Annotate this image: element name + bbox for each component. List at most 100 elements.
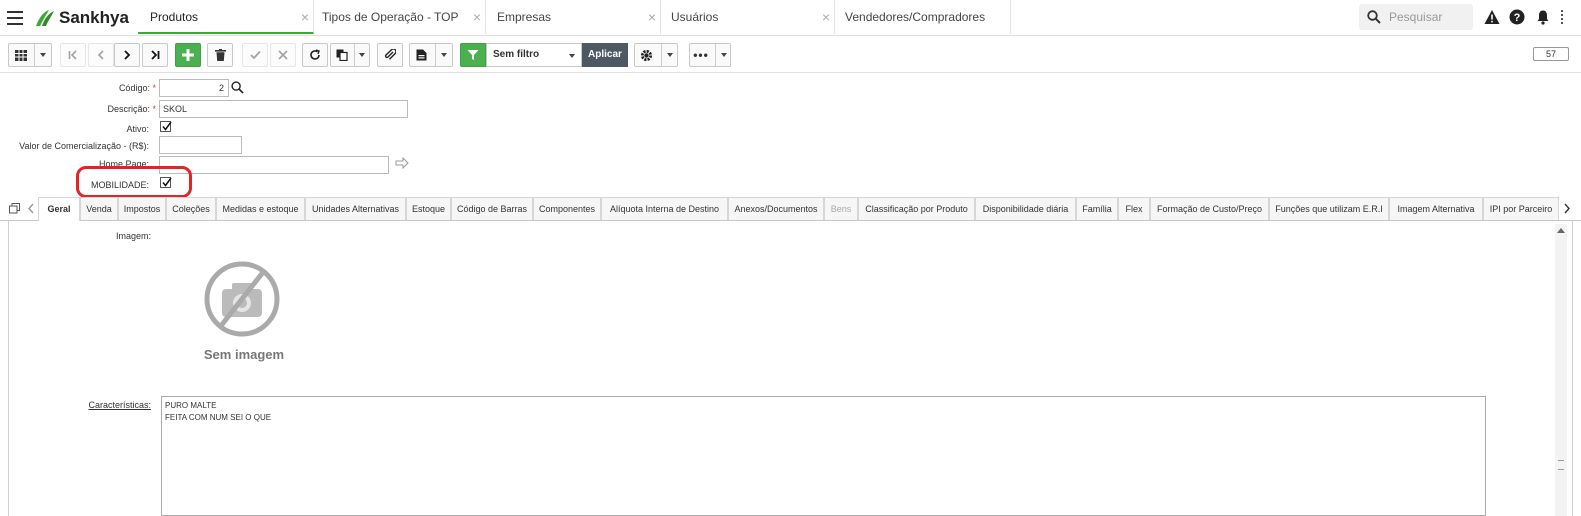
delete-record-button[interactable] xyxy=(207,43,233,67)
copy-icon xyxy=(336,49,348,61)
filter-icon xyxy=(467,50,479,60)
scrollbar[interactable] xyxy=(1555,224,1567,516)
cancel-button[interactable] xyxy=(270,43,296,67)
more-actions-button[interactable]: ••• xyxy=(689,43,731,67)
caracteristicas-field[interactable]: PURO MALTE FEITA COM NUM SEI O QUE xyxy=(161,396,1486,516)
search-icon xyxy=(1367,10,1381,24)
chevron-down-icon xyxy=(666,53,673,57)
more-icon[interactable] xyxy=(1561,10,1563,24)
refresh-button[interactable] xyxy=(302,43,328,67)
chevron-left-icon[interactable] xyxy=(27,203,35,214)
subtab-geral[interactable]: Geral xyxy=(38,197,80,221)
subtab-bens: Bens xyxy=(824,197,858,220)
tab-tipos-operacao[interactable]: Tipos de Operação - TOP × xyxy=(310,0,486,34)
chevron-down-icon xyxy=(358,53,365,57)
attach-button[interactable] xyxy=(377,43,403,67)
no-image-icon xyxy=(204,261,280,337)
add-record-button[interactable] xyxy=(175,43,201,67)
tab-vendedores-compradores[interactable]: Vendedores/Compradores xyxy=(833,0,1011,34)
valor-label: Valor de Comercialização - (R$): xyxy=(19,141,149,151)
subtab-anexos-documentos[interactable]: Anexos/Documentos xyxy=(728,197,824,220)
grid-icon xyxy=(14,49,27,61)
close-icon[interactable]: × xyxy=(648,0,656,34)
plus-icon xyxy=(182,49,194,61)
valor-field[interactable] xyxy=(159,136,242,154)
subtab-imagem-alternativa[interactable]: Imagem Alternativa xyxy=(1389,197,1483,220)
chevron-left-icon xyxy=(97,50,104,60)
subtab-codigo-barras[interactable]: Código de Barras xyxy=(451,197,533,220)
settings-button[interactable] xyxy=(634,43,678,67)
last-record-button[interactable] xyxy=(142,43,168,67)
ativo-checkbox[interactable] xyxy=(160,121,172,132)
subtab-componentes[interactable]: Componentes xyxy=(533,197,601,220)
subtab-familia[interactable]: Família xyxy=(1076,197,1118,220)
scroll-thumb[interactable] xyxy=(1558,460,1564,470)
tab-empresas[interactable]: Empresas × xyxy=(485,0,661,34)
tab-usuarios[interactable]: Usuários × xyxy=(659,0,835,34)
search-input[interactable]: Pesquisar xyxy=(1359,4,1473,30)
bell-icon[interactable] xyxy=(1535,9,1551,25)
homepage-field[interactable] xyxy=(159,156,389,174)
restore-icon[interactable] xyxy=(9,203,20,214)
report-button[interactable] xyxy=(409,43,453,67)
tab-label: Vendedores/Compradores xyxy=(845,10,986,24)
subtab-estoque[interactable]: Estoque xyxy=(406,197,451,220)
close-icon[interactable]: × xyxy=(473,0,481,34)
codigo-field[interactable]: 2 xyxy=(159,79,229,97)
search-icon[interactable] xyxy=(231,81,244,94)
subtab-disponibilidade-diaria[interactable]: Disponibilidade diária xyxy=(975,197,1076,220)
subtab-aliquota-interna[interactable]: Alíquota Interna de Destino xyxy=(601,197,728,220)
chevron-right-icon xyxy=(124,50,131,60)
imagem-label: Imagem: xyxy=(115,231,151,241)
toolbar: Sem filtro Aplicar ••• xyxy=(0,37,1581,73)
subtab-medidas-estoque[interactable]: Medidas e estoque xyxy=(216,197,305,220)
arrow-right-icon[interactable] xyxy=(395,157,409,169)
caracteristicas-line: FEITA COM NUM SEI O QUE xyxy=(165,413,272,422)
subtab-formacao-custo[interactable]: Formação de Custo/Preço xyxy=(1150,197,1269,220)
arrow-up-icon[interactable] xyxy=(1557,228,1565,233)
descricao-label: Descrição: * xyxy=(107,104,156,114)
chevron-down-icon xyxy=(39,53,46,57)
filter-select[interactable]: Sem filtro xyxy=(486,43,582,67)
first-icon xyxy=(68,50,77,60)
filter-button[interactable] xyxy=(460,43,486,67)
chevron-right-icon[interactable] xyxy=(1563,203,1571,214)
caracteristicas-label: Características: xyxy=(88,400,151,410)
grid-view-button[interactable] xyxy=(8,43,52,67)
subtab-funcoes-eri[interactable]: Funções que utilizam E.R.I xyxy=(1269,197,1389,220)
next-record-button[interactable] xyxy=(114,43,140,67)
close-icon[interactable]: × xyxy=(822,0,830,34)
filter-value: Sem filtro xyxy=(493,49,540,60)
brand-name: Sankhya xyxy=(59,8,129,27)
svg-text:?: ? xyxy=(1514,12,1521,24)
confirm-button[interactable] xyxy=(242,43,268,67)
logo[interactable]: Sankhya xyxy=(33,7,129,29)
record-counter: 57 xyxy=(1533,47,1569,61)
apply-filter-button[interactable]: Aplicar xyxy=(582,43,628,67)
caracteristicas-line: PURO MALTE xyxy=(165,401,217,410)
subtab-unidades-alternativas[interactable]: Unidades Alternativas xyxy=(305,197,406,220)
duplicate-button[interactable] xyxy=(330,43,370,67)
top-bar: Sankhya Produtos × Tipos de Operação - T… xyxy=(0,0,1581,36)
detail-tabs: Geral Venda Impostos Coleções Medidas e … xyxy=(0,197,1581,221)
no-image-text: Sem imagem xyxy=(203,347,285,362)
menu-icon[interactable] xyxy=(7,11,23,25)
tab-label: Produtos xyxy=(150,10,199,24)
search-placeholder: Pesquisar xyxy=(1389,10,1443,24)
document-icon xyxy=(416,49,426,61)
first-record-button[interactable] xyxy=(60,43,86,67)
warning-icon[interactable] xyxy=(1484,9,1500,25)
close-icon[interactable]: × xyxy=(301,0,309,34)
ativo-label: Ativo: xyxy=(126,124,149,134)
trash-icon xyxy=(214,49,226,61)
help-icon[interactable]: ? xyxy=(1509,9,1525,25)
tab-produtos[interactable]: Produtos × xyxy=(138,0,314,34)
previous-record-button[interactable] xyxy=(88,43,114,67)
subtab-venda[interactable]: Venda xyxy=(80,197,118,220)
subtab-ipi-parceiro[interactable]: IPI por Parceiro xyxy=(1483,197,1559,220)
subtab-classificacao-produto[interactable]: Classificação por Produto xyxy=(858,197,975,220)
subtab-impostos[interactable]: Impostos xyxy=(118,197,166,220)
subtab-flex[interactable]: Flex xyxy=(1118,197,1150,220)
subtab-colecoes[interactable]: Coleções xyxy=(166,197,216,220)
descricao-field[interactable]: SKOL xyxy=(159,100,408,118)
